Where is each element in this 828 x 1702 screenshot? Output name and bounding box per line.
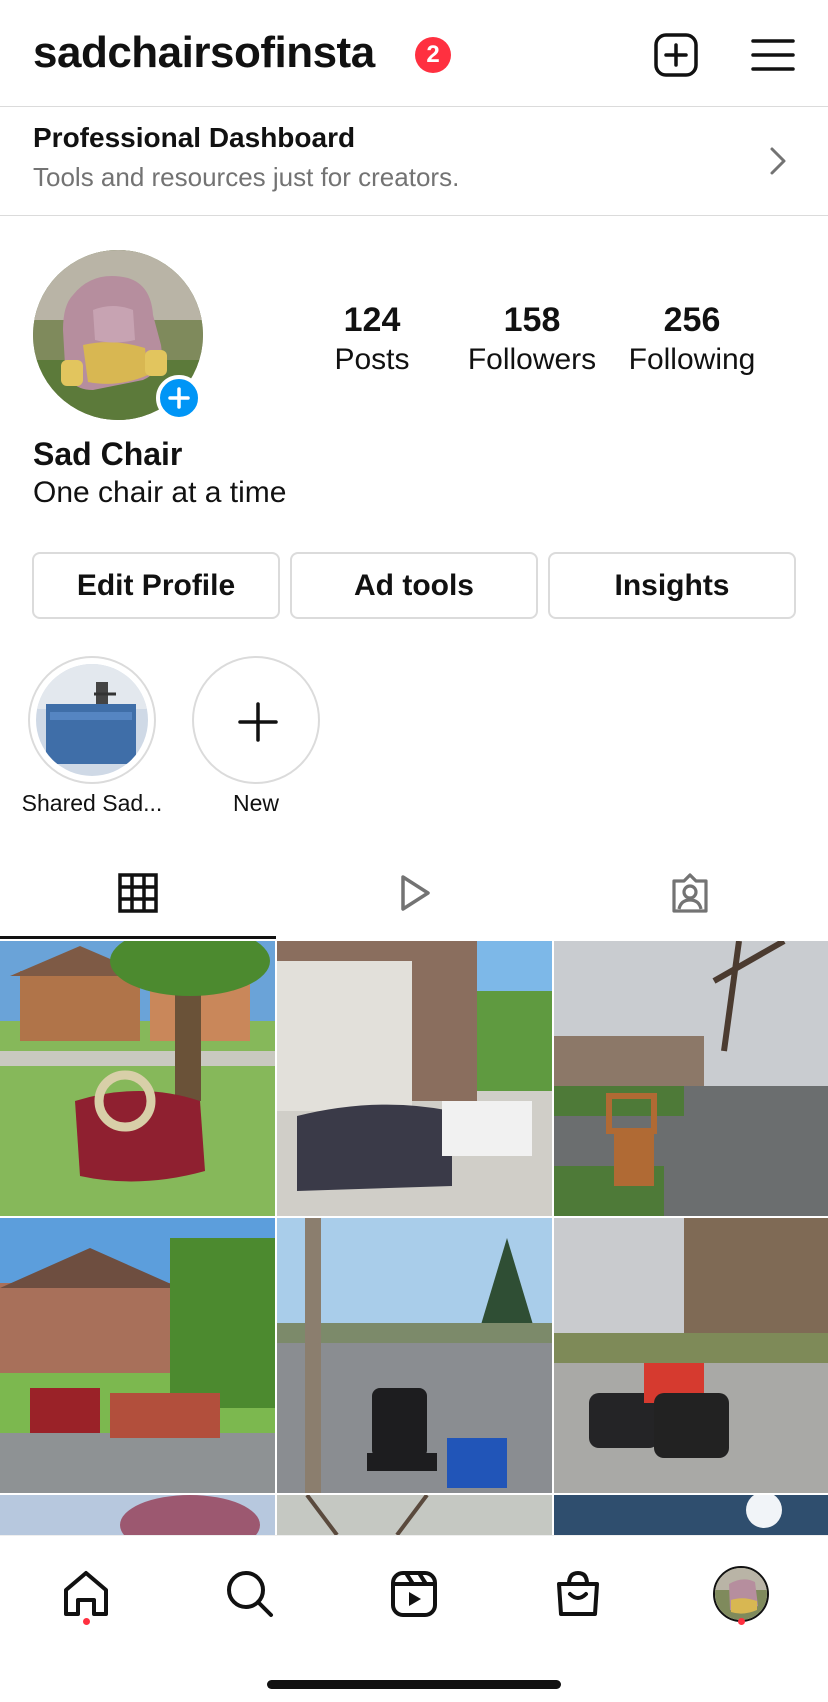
dashboard-subtitle: Tools and resources just for creators.	[33, 162, 460, 192]
active-tab-indicator	[0, 936, 276, 939]
followers-count: 158	[503, 301, 561, 339]
ad-tools-button[interactable]: Ad tools	[290, 552, 538, 619]
posts-grid	[0, 941, 828, 1535]
highlight-shared[interactable]: Shared Sad...	[22, 656, 162, 816]
grid-post[interactable]	[554, 941, 828, 1216]
highlight-new[interactable]: New	[192, 656, 320, 816]
add-story-plus-icon[interactable]	[156, 375, 202, 421]
edit-profile-button[interactable]: Edit Profile	[32, 552, 280, 619]
home-indicator	[267, 1680, 561, 1689]
tagged-person-icon	[672, 873, 708, 913]
posts-count: 124	[343, 301, 401, 339]
following-label: Following	[628, 343, 756, 376]
home-icon[interactable]	[58, 1566, 114, 1622]
grid-post[interactable]	[0, 941, 275, 1216]
profile-notification-dot	[738, 1618, 745, 1625]
posts-label: Posts	[334, 343, 410, 376]
professional-dashboard-row[interactable]: Professional Dashboard Tools and resourc…	[0, 107, 828, 215]
grid-post[interactable]	[554, 1218, 828, 1493]
profile-avatar-icon[interactable]	[713, 1566, 769, 1622]
reels-icon[interactable]	[386, 1566, 442, 1622]
shopping-bag-icon[interactable]	[550, 1566, 606, 1622]
tab-posts-grid[interactable]	[0, 858, 276, 940]
posts-stat[interactable]: 124 Posts	[292, 300, 452, 380]
tab-reels[interactable]	[276, 858, 552, 940]
insights-button[interactable]: Insights	[548, 552, 796, 619]
grid-post[interactable]	[277, 1495, 552, 1535]
top-header: sadchairsofinsta 2	[0, 0, 828, 106]
profile-display-name: Sad Chair	[33, 436, 183, 472]
highlight-shared-label: Shared Sad...	[21, 790, 163, 816]
home-notification-dot	[83, 1618, 90, 1625]
following-stat[interactable]: 256 Following	[612, 300, 772, 380]
highlight-cover	[28, 656, 156, 784]
following-count: 256	[663, 301, 721, 339]
grid-post[interactable]	[277, 941, 552, 1216]
grid-post[interactable]	[0, 1218, 275, 1493]
grid-icon	[118, 873, 158, 913]
grid-post[interactable]	[277, 1218, 552, 1493]
plus-icon	[238, 702, 278, 742]
dashboard-divider	[0, 215, 828, 216]
search-icon[interactable]	[222, 1566, 278, 1622]
followers-stat[interactable]: 158 Followers	[452, 300, 612, 380]
menu-icon[interactable]	[748, 30, 798, 80]
play-icon	[401, 875, 430, 911]
bottom-navigation	[0, 1535, 828, 1702]
tab-tagged[interactable]	[552, 858, 828, 940]
new-post-icon[interactable]	[651, 30, 701, 80]
grid-post[interactable]	[554, 1495, 828, 1535]
chevron-right-icon	[766, 145, 790, 177]
highlight-new-label: New	[232, 790, 279, 816]
account-username[interactable]: sadchairsofinsta	[33, 28, 375, 78]
grid-post[interactable]	[0, 1495, 275, 1535]
new-highlight-circle	[192, 656, 320, 784]
profile-bio: One chair at a time	[33, 476, 287, 509]
notification-badge[interactable]: 2	[415, 37, 451, 73]
dashboard-title: Professional Dashboard	[33, 122, 356, 153]
followers-label: Followers	[467, 343, 597, 376]
